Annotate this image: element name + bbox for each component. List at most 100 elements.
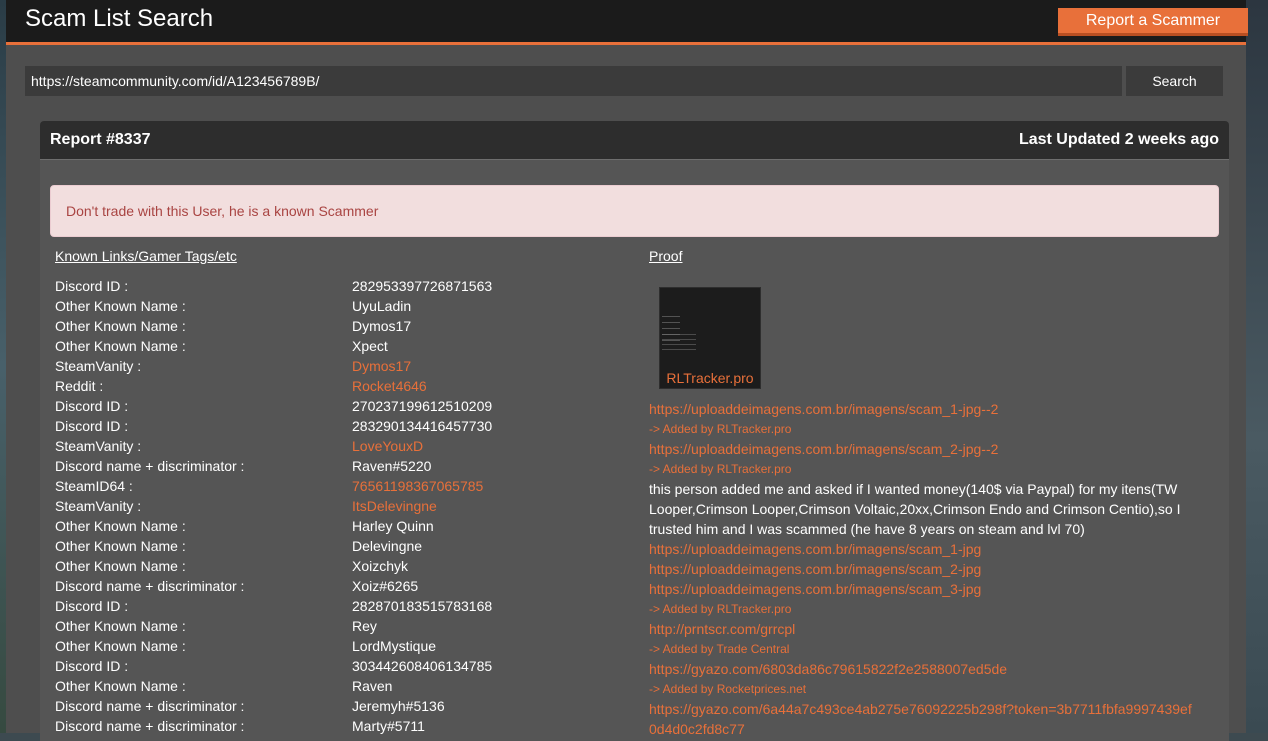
- link-entry: Discord name + discriminator : Marty#571…: [55, 717, 635, 737]
- link-entry: SteamVanity : Dymos17: [55, 357, 635, 377]
- link-entry: Other Known Name : Raven: [55, 677, 635, 697]
- link-entry: Other Known Name : Rey: [55, 617, 635, 637]
- link-entry: Other Known Name : Harley Quinn: [55, 517, 635, 537]
- link-entry: Other Known Name : LordMystique: [55, 637, 635, 657]
- report-number: Report #8337: [50, 131, 151, 148]
- known-links-list: Discord ID : 282953397726871563 Other Kn…: [55, 277, 635, 737]
- entry-value: Marty#5711: [352, 718, 425, 734]
- entry-key: Other Known Name :: [55, 298, 186, 314]
- link-entry: Discord ID : 303442608406134785: [55, 657, 635, 677]
- link-entry: Other Known Name : Xoizchyk: [55, 557, 635, 577]
- added-by-note[interactable]: -> Added by RLTracker.pro: [649, 599, 1194, 619]
- proof-link[interactable]: https://uploaddeimagens.com.br/imagens/s…: [649, 579, 1194, 599]
- proof-thumbnail[interactable]: RLTracker.pro: [659, 287, 761, 389]
- report-header: Report #8337 Last Updated 2 weeks ago: [40, 121, 1229, 160]
- link-entry: Reddit : Rocket4646: [55, 377, 635, 397]
- entry-value: 270237199612510209: [352, 398, 493, 414]
- page-container: Scam List Search Report a Scammer Search…: [6, 0, 1248, 741]
- entry-value: Delevingne: [352, 538, 423, 554]
- entry-key: Other Known Name :: [55, 338, 186, 354]
- entry-key: Discord ID :: [55, 398, 129, 414]
- top-bar: Scam List Search Report a Scammer: [6, 0, 1248, 45]
- entry-value: 282870183515783168: [352, 598, 493, 614]
- thumbnail-text-lines: [662, 334, 696, 354]
- entry-key: Discord name + discriminator :: [55, 578, 245, 594]
- entry-key: Other Known Name :: [55, 318, 186, 334]
- report-panel: Report #8337 Last Updated 2 weeks ago Do…: [40, 121, 1229, 741]
- link-entry: Discord ID : 282870183515783168: [55, 597, 635, 617]
- entry-value: Xpect: [352, 338, 388, 354]
- entry-key: SteamVanity :: [55, 358, 142, 374]
- entry-key: Discord ID :: [55, 598, 129, 614]
- entry-key: Other Known Name :: [55, 638, 186, 654]
- entry-value: 282953397726871563: [352, 278, 493, 294]
- entry-value: Rey: [352, 618, 377, 634]
- entry-value: Harley Quinn: [352, 518, 434, 534]
- entry-key: Discord ID :: [55, 278, 129, 294]
- added-by-note[interactable]: -> Added by Trade Central: [649, 639, 1194, 659]
- link-entry: Discord ID : 270237199612510209: [55, 397, 635, 417]
- link-entry: Discord ID : 283290134416457730: [55, 417, 635, 437]
- entry-value: Xoiz#6265: [352, 578, 419, 594]
- proof-link[interactable]: https://uploaddeimagens.com.br/imagens/s…: [649, 439, 1194, 459]
- link-entry: Discord name + discriminator : Jeremyh#5…: [55, 697, 635, 717]
- proof-link[interactable]: https://uploaddeimagens.com.br/imagens/s…: [649, 559, 1194, 579]
- added-by-note[interactable]: -> Added by RLTracker.pro: [649, 419, 1194, 439]
- entry-value: Raven: [352, 678, 393, 694]
- link-entry: Other Known Name : UyuLadin: [55, 297, 635, 317]
- entry-value[interactable]: Rocket4646: [352, 377, 427, 395]
- search-input[interactable]: [25, 66, 1122, 96]
- search-button[interactable]: Search: [1126, 66, 1223, 96]
- entry-value: Dymos17: [352, 318, 412, 334]
- link-entry: SteamID64 : 76561198367065785: [55, 477, 635, 497]
- last-updated: Last Updated 2 weeks ago: [1018, 131, 1219, 148]
- entry-value: Raven#5220: [352, 458, 432, 474]
- entry-key: Discord name + discriminator :: [55, 718, 245, 734]
- link-entry: Discord ID : 282953397726871563: [55, 277, 635, 297]
- entry-key: Other Known Name :: [55, 618, 186, 634]
- entry-key: SteamVanity :: [55, 498, 142, 514]
- entry-value: UyuLadin: [352, 298, 412, 314]
- added-by-note[interactable]: -> Added by Rocketprices.net: [649, 679, 1194, 699]
- entry-key: Other Known Name :: [55, 518, 186, 534]
- entry-key: Discord name + discriminator :: [55, 458, 245, 474]
- entry-key: Other Known Name :: [55, 558, 186, 574]
- thumbnail-caption: RLTracker.pro: [666, 370, 754, 386]
- entry-value: LordMystique: [352, 638, 437, 654]
- report-scammer-button[interactable]: Report a Scammer: [1058, 8, 1248, 36]
- entry-key: Other Known Name :: [55, 538, 186, 554]
- link-entry: Discord name + discriminator : Xoiz#6265: [55, 577, 635, 597]
- added-by-note[interactable]: -> Added by RLTracker.pro: [649, 459, 1194, 479]
- link-entry: Other Known Name : Delevingne: [55, 537, 635, 557]
- entry-key: Discord name + discriminator :: [55, 698, 245, 714]
- entry-key: Other Known Name :: [55, 678, 186, 694]
- link-entry: Other Known Name : Xpect: [55, 337, 635, 357]
- app-title: Scam List Search: [25, 5, 214, 32]
- proof-link[interactable]: https://gyazo.com/6803da86c79615822f2e25…: [649, 659, 1194, 679]
- link-entry: SteamVanity : LoveYouxD: [55, 437, 635, 457]
- entry-key: SteamVanity :: [55, 438, 142, 454]
- entry-value: Xoizchyk: [352, 558, 409, 574]
- entry-key: SteamID64 :: [55, 478, 133, 494]
- link-entry: Discord name + discriminator : Raven#522…: [55, 457, 635, 477]
- entry-value[interactable]: ItsDelevingne: [352, 497, 437, 515]
- proof-link[interactable]: https://gyazo.com/6a44a7c493ce4ab275e760…: [649, 699, 1194, 739]
- proof-link[interactable]: https://uploaddeimagens.com.br/imagens/s…: [649, 539, 1194, 559]
- link-entry: SteamVanity : ItsDelevingne: [55, 497, 635, 517]
- entry-value[interactable]: LoveYouxD: [352, 437, 423, 455]
- proof-column: RLTracker.pro https://uploaddeimagens.co…: [649, 287, 1194, 739]
- entry-key: Discord ID :: [55, 658, 129, 674]
- known-links-title: Known Links/Gamer Tags/etc: [55, 248, 237, 264]
- proof-title: Proof: [649, 248, 683, 264]
- entry-value[interactable]: Dymos17: [352, 357, 411, 375]
- entry-value[interactable]: 76561198367065785: [352, 477, 483, 495]
- proof-description: this person added me and asked if I want…: [649, 481, 1181, 537]
- entry-key: Discord ID :: [55, 418, 129, 434]
- entry-key: Reddit :: [55, 378, 104, 394]
- proof-link[interactable]: https://uploaddeimagens.com.br/imagens/s…: [649, 399, 1194, 419]
- link-entry: Other Known Name : Dymos17: [55, 317, 635, 337]
- entry-value: Jeremyh#5136: [352, 698, 445, 714]
- proof-link[interactable]: http://prntscr.com/grrcpl: [649, 619, 1194, 639]
- entry-value: 303442608406134785: [352, 658, 493, 674]
- background-right-edge: [1246, 0, 1268, 733]
